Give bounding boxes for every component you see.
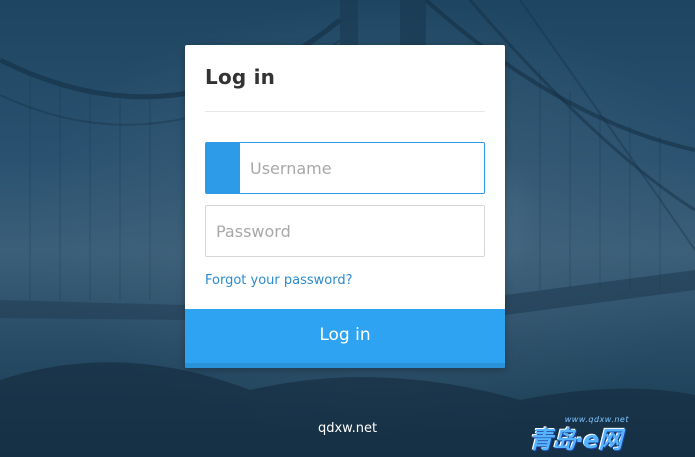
- title-divider: [205, 111, 485, 112]
- password-field[interactable]: [205, 205, 485, 257]
- watermark-logo: www.qdxw.net 青岛·e网: [529, 415, 689, 455]
- password-input[interactable]: [216, 206, 484, 256]
- login-card: Log in Forgot your password? Log in: [185, 45, 505, 368]
- watermark-text: 青岛·e网: [529, 426, 622, 454]
- forgot-password-link[interactable]: Forgot your password?: [205, 273, 353, 288]
- login-button[interactable]: Log in: [185, 309, 505, 368]
- login-title: Log in: [205, 65, 276, 89]
- username-field[interactable]: [205, 142, 485, 194]
- username-input[interactable]: [250, 143, 484, 193]
- username-accent-block: [206, 143, 240, 193]
